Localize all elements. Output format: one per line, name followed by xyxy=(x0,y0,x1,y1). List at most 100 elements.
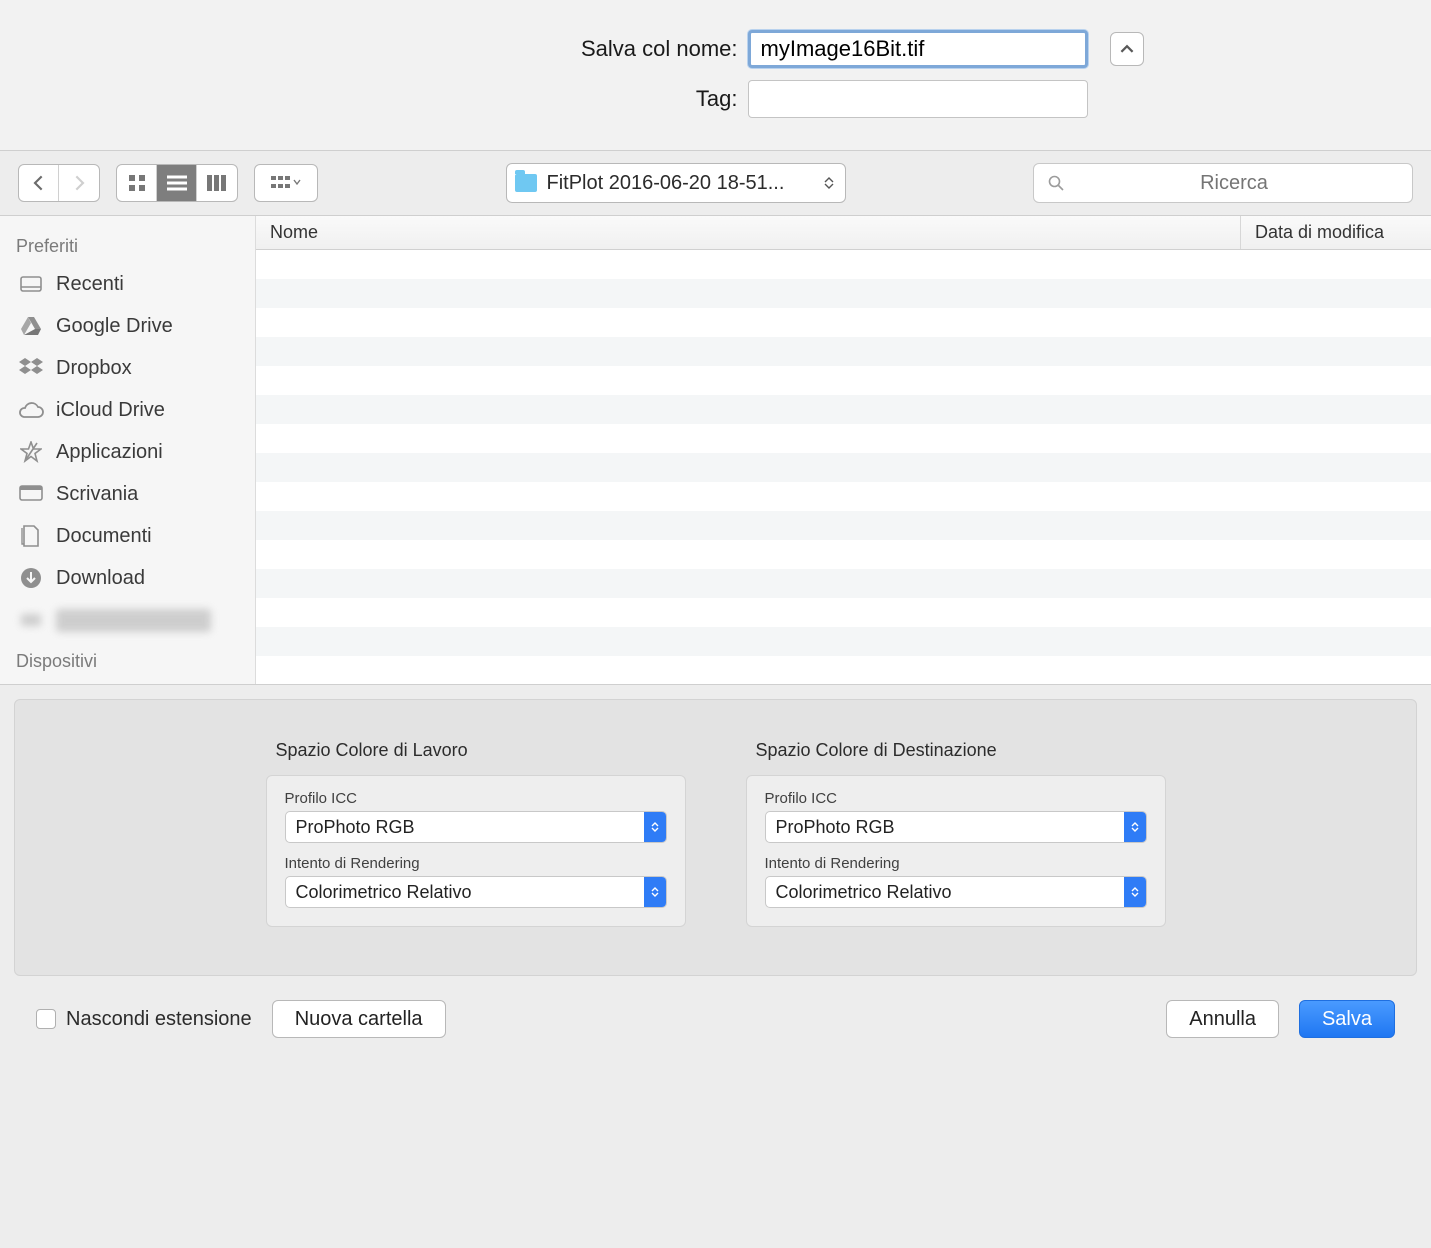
folder-icon xyxy=(515,174,537,192)
chevron-left-icon xyxy=(33,175,45,191)
back-button[interactable] xyxy=(19,165,59,201)
table-row xyxy=(256,279,1431,308)
sidebar-item-label: Documenti xyxy=(56,525,152,548)
save-button[interactable]: Salva xyxy=(1299,1000,1395,1038)
working-colorspace-group: Spazio Colore di Lavoro Profilo ICC ProP… xyxy=(266,740,686,927)
folder-dropdown[interactable]: FitPlot 2016-06-20 18-51... xyxy=(506,163,846,203)
tag-label: Tag: xyxy=(288,86,748,112)
dest-intent-select[interactable]: Colorimetrico Relativo xyxy=(765,876,1147,908)
sidebar-item-desktop[interactable]: Scrivania xyxy=(0,473,255,515)
sidebar-item-label: Google Drive xyxy=(56,315,173,338)
group-by-button[interactable] xyxy=(255,165,317,201)
table-row xyxy=(256,366,1431,395)
table-row xyxy=(256,453,1431,482)
hide-extension-checkbox[interactable]: Nascondi estensione xyxy=(36,1008,252,1031)
group-icon xyxy=(271,175,301,191)
working-intent-select[interactable]: Colorimetrico Relativo xyxy=(285,876,667,908)
dest-title: Spazio Colore di Destinazione xyxy=(756,740,1166,761)
tag-input[interactable] xyxy=(748,80,1088,118)
gdrive-icon xyxy=(18,313,44,339)
search-field[interactable] xyxy=(1033,163,1413,203)
table-row xyxy=(256,308,1431,337)
download-icon xyxy=(18,565,44,591)
sidebar-item-documents[interactable]: Documenti xyxy=(0,515,255,557)
nav-back-forward xyxy=(18,164,100,202)
dest-profile-select[interactable]: ProPhoto RGB xyxy=(765,811,1147,843)
view-columns-button[interactable] xyxy=(197,165,237,201)
select-arrows-icon xyxy=(644,877,666,907)
sidebar-item-label: Download xyxy=(56,567,145,590)
sidebar-item-icloud[interactable]: iCloud Drive xyxy=(0,389,255,431)
view-icons-button[interactable] xyxy=(117,165,157,201)
file-header: Nome Data di modifica xyxy=(256,216,1431,250)
sidebar-item-recents[interactable]: Recenti xyxy=(0,263,255,305)
list-icon xyxy=(167,175,187,191)
hide-extension-label: Nascondi estensione xyxy=(66,1008,252,1031)
column-date[interactable]: Data di modifica xyxy=(1241,216,1431,249)
view-list-button[interactable] xyxy=(157,165,197,201)
icloud-icon xyxy=(18,397,44,423)
cancel-button[interactable]: Annulla xyxy=(1166,1000,1279,1038)
table-row xyxy=(256,482,1431,511)
browser-area: Preferiti Recenti Google Drive Dropbox i… xyxy=(0,215,1431,685)
file-rows xyxy=(256,250,1431,684)
documents-icon xyxy=(18,523,44,549)
dest-colorspace-group: Spazio Colore di Destinazione Profilo IC… xyxy=(746,740,1166,927)
chevron-right-icon xyxy=(73,175,85,191)
stepper-icon xyxy=(821,177,837,189)
forward-button[interactable] xyxy=(59,165,99,201)
table-row xyxy=(256,540,1431,569)
sidebar-item-label: Recenti xyxy=(56,273,124,296)
sidebar-item-label: Scrivania xyxy=(56,483,138,506)
header-area: Salva col nome: Tag: xyxy=(0,0,1431,151)
sidebar-item-download[interactable]: Download xyxy=(0,557,255,599)
table-row xyxy=(256,337,1431,366)
select-value: ProPhoto RGB xyxy=(766,817,1124,838)
desktop-icon xyxy=(18,481,44,507)
dropbox-icon xyxy=(18,355,44,381)
working-intent-label: Intento di Rendering xyxy=(285,855,667,872)
dest-profile-label: Profilo ICC xyxy=(765,790,1147,807)
select-arrows-icon xyxy=(1124,812,1146,842)
sidebar-item-google-drive[interactable]: Google Drive xyxy=(0,305,255,347)
recents-icon xyxy=(18,271,44,297)
column-name[interactable]: Nome xyxy=(256,216,1241,249)
filename-input[interactable] xyxy=(748,30,1088,68)
working-profile-label: Profilo ICC xyxy=(285,790,667,807)
grid-icon xyxy=(128,174,146,192)
table-row xyxy=(256,250,1431,279)
sidebar: Preferiti Recenti Google Drive Dropbox i… xyxy=(0,216,256,684)
dest-intent-label: Intento di Rendering xyxy=(765,855,1147,872)
options-panel: Spazio Colore di Lavoro Profilo ICC ProP… xyxy=(14,699,1417,976)
bottom-bar: Nascondi estensione Nuova cartella Annul… xyxy=(0,976,1431,1062)
chevron-up-icon xyxy=(1120,42,1134,56)
applications-icon xyxy=(18,439,44,465)
view-mode-group xyxy=(116,164,238,202)
search-input[interactable] xyxy=(1070,172,1398,195)
sidebar-item-dropbox[interactable]: Dropbox xyxy=(0,347,255,389)
file-list-area: Nome Data di modifica xyxy=(256,216,1431,684)
sidebar-item-applications[interactable]: Applicazioni xyxy=(0,431,255,473)
select-value: ProPhoto RGB xyxy=(286,817,644,838)
columns-icon xyxy=(207,175,227,191)
checkbox-icon xyxy=(36,1009,56,1029)
working-profile-select[interactable]: ProPhoto RGB xyxy=(285,811,667,843)
new-folder-button[interactable]: Nuova cartella xyxy=(272,1000,446,1038)
devices-label: Dispositivi xyxy=(0,641,255,678)
table-row xyxy=(256,656,1431,684)
sidebar-item-label: Dropbox xyxy=(56,357,132,380)
filename-row: Salva col nome: xyxy=(0,30,1431,68)
sidebar-item-redacted: Redacted item xx xyxy=(0,599,255,641)
select-value: Colorimetrico Relativo xyxy=(286,882,644,903)
working-title: Spazio Colore di Lavoro xyxy=(276,740,686,761)
table-row xyxy=(256,598,1431,627)
select-value: Colorimetrico Relativo xyxy=(766,882,1124,903)
collapse-button[interactable] xyxy=(1110,32,1144,66)
select-arrows-icon xyxy=(644,812,666,842)
sidebar-item-label: iCloud Drive xyxy=(56,399,165,422)
filename-label: Salva col nome: xyxy=(288,36,748,62)
favorites-label: Preferiti xyxy=(0,226,255,263)
table-row xyxy=(256,424,1431,453)
tag-row: Tag: xyxy=(0,80,1431,118)
toolbar: FitPlot 2016-06-20 18-51... xyxy=(0,151,1431,215)
